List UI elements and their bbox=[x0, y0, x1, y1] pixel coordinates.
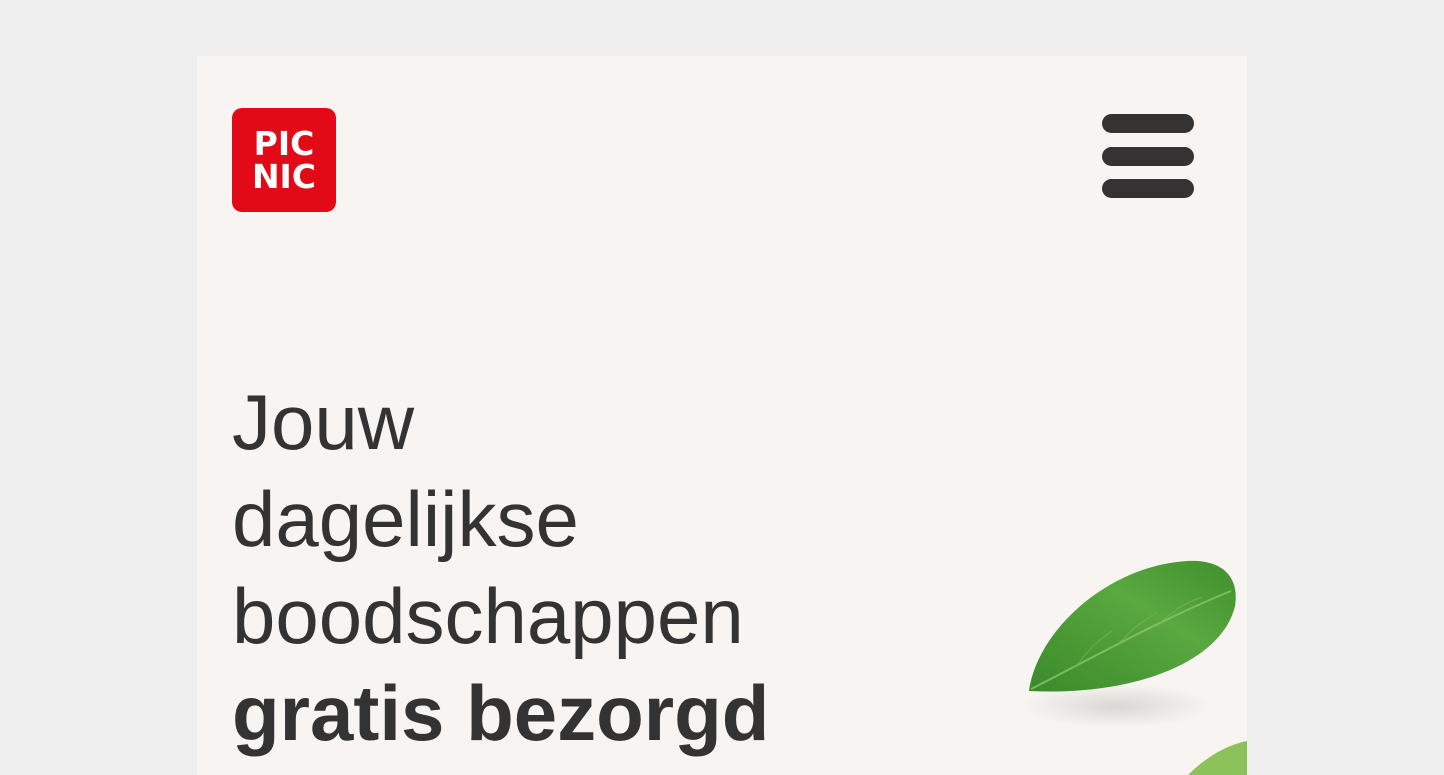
menu-bar-top bbox=[1102, 114, 1194, 133]
menu-bar-bottom bbox=[1102, 179, 1194, 198]
hero-line-1: Jouw bbox=[232, 378, 415, 466]
menu-bar-middle bbox=[1102, 146, 1194, 166]
picnic-logo[interactable]: PIC NIC bbox=[232, 108, 336, 212]
page-container: PIC NIC Jouw dagelijkse boodschappen gra… bbox=[197, 56, 1247, 775]
site-header: PIC NIC bbox=[197, 56, 1247, 271]
hero-line-2: dagelijkse bbox=[232, 475, 579, 563]
logo-text-top: PIC bbox=[253, 124, 315, 163]
hero-line-3: boodschappen bbox=[232, 572, 744, 660]
leaf-icon bbox=[1022, 560, 1236, 728]
logo-text-bottom: NIC bbox=[251, 157, 317, 196]
hero-line-4: gratis bezorgd bbox=[232, 669, 770, 757]
hero-heading: Jouw dagelijkse boodschappen gratis bezo… bbox=[232, 374, 769, 762]
hamburger-menu-icon[interactable] bbox=[1102, 114, 1196, 198]
leaf-icon-partial bbox=[1188, 741, 1247, 775]
